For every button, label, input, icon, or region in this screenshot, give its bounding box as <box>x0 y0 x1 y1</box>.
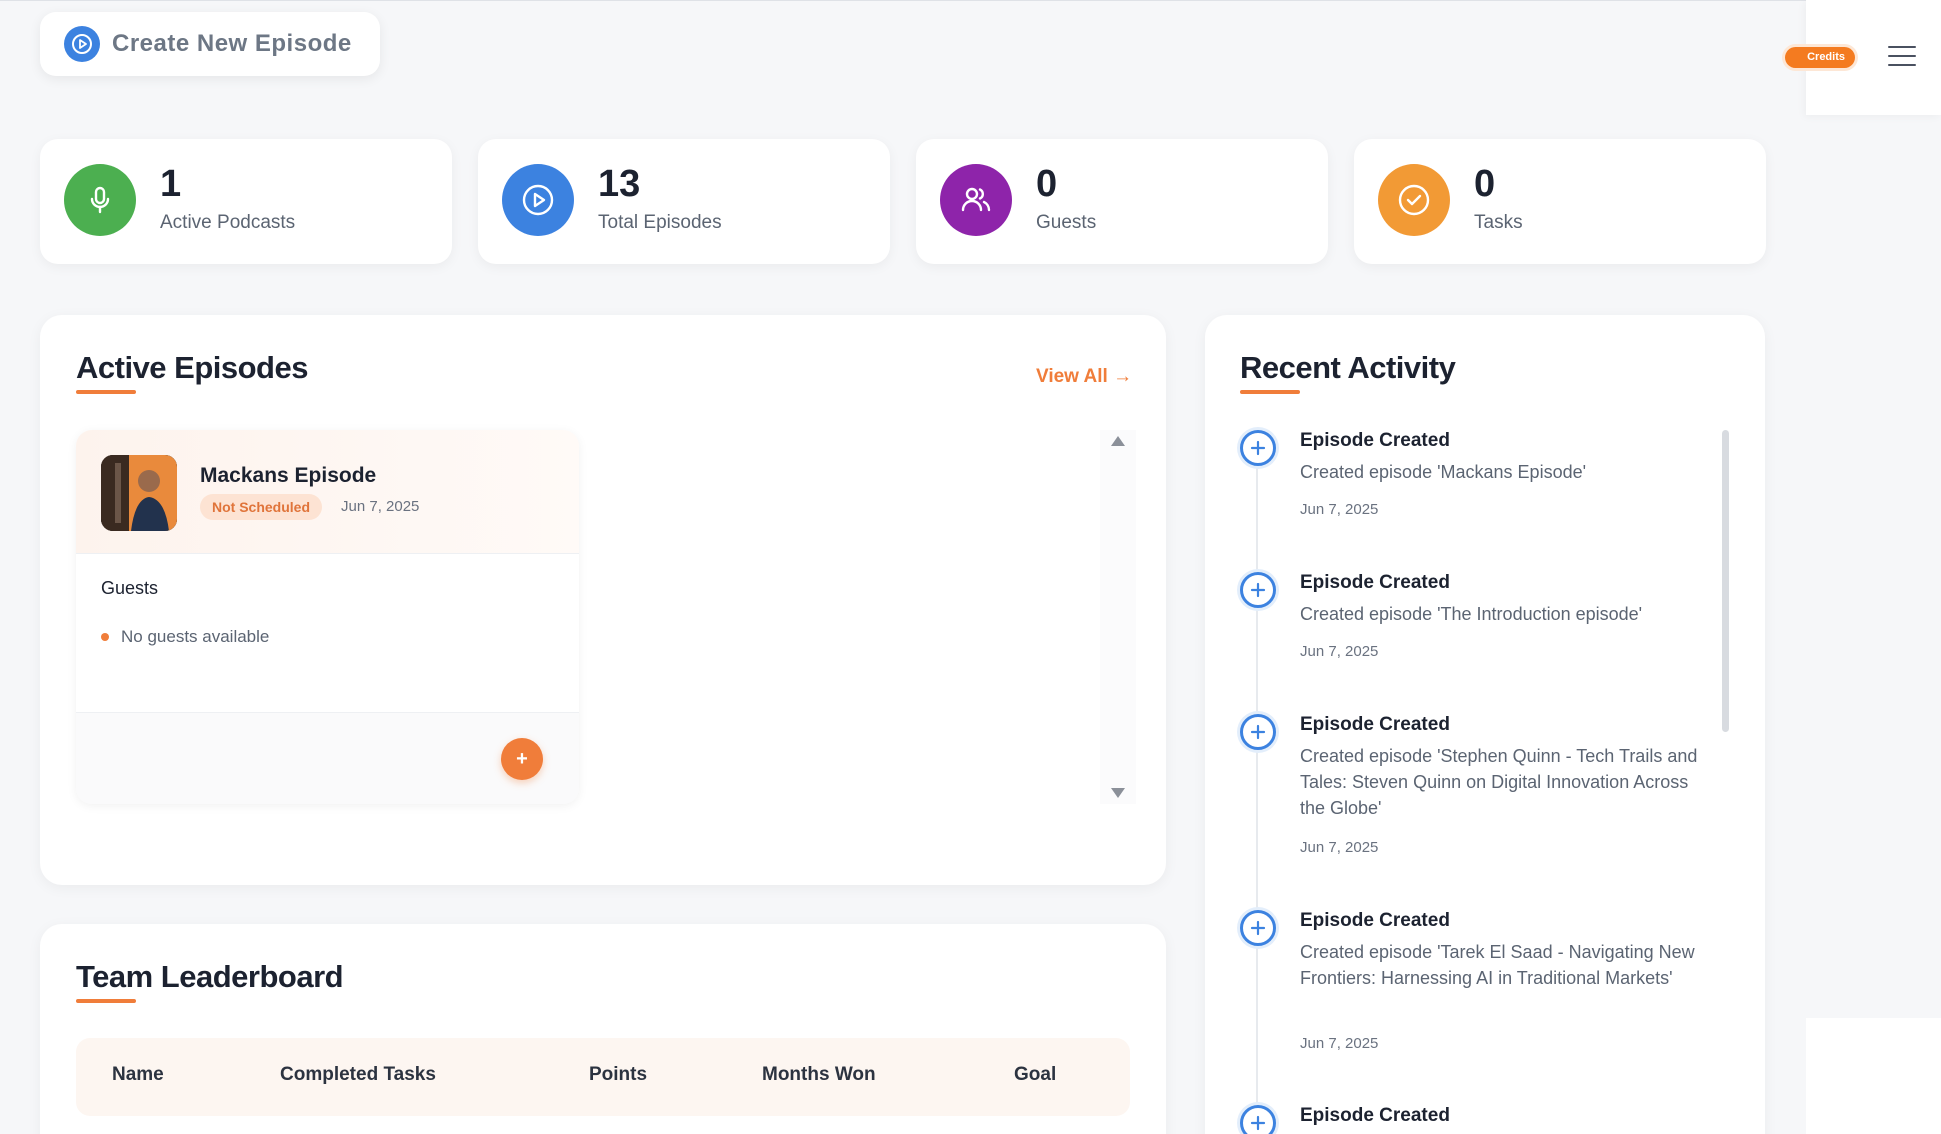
plus-circle-icon <box>1240 714 1276 750</box>
bullet-dot <box>101 633 109 641</box>
scroll-up-icon[interactable] <box>1111 436 1125 446</box>
title-underline <box>76 390 136 394</box>
column-header-goal[interactable]: Goal <box>1014 1064 1056 1086</box>
recent-activity-title: Recent Activity <box>1240 350 1456 385</box>
plus-circle-icon <box>1240 572 1276 608</box>
microphone-icon <box>64 164 136 236</box>
episode-date: Jun 7, 2025 <box>341 498 420 515</box>
stat-label: Tasks <box>1474 212 1523 233</box>
column-header-name[interactable]: Name <box>112 1064 164 1086</box>
activity-title: Episode Created <box>1300 910 1450 931</box>
activity-date: Jun 7, 2025 <box>1300 1035 1379 1052</box>
activity-description: Created episode 'The Introduction episod… <box>1300 604 1643 624</box>
activity-date: Jun 7, 2025 <box>1300 643 1379 660</box>
activity-title: Episode Created <box>1300 714 1450 735</box>
episode-card[interactable]: Mackans Episode Not Scheduled Jun 7, 202… <box>76 430 579 804</box>
column-header-points[interactable]: Points <box>589 1064 647 1086</box>
title-underline <box>76 999 136 1003</box>
activity-description: Created episode 'Tarek El Saad - Navigat… <box>1300 942 1695 988</box>
view-all-link[interactable]: View All → <box>1036 366 1132 388</box>
stat-value: 1 <box>160 163 182 205</box>
play-icon <box>64 26 100 62</box>
stat-label: Total Episodes <box>598 212 722 233</box>
column-header-completed-tasks[interactable]: Completed Tasks <box>280 1064 436 1086</box>
episode-header: Mackans Episode Not Scheduled Jun 7, 202… <box>76 430 579 554</box>
activity-title: Episode Created <box>1300 1105 1450 1126</box>
activity-date: Jun 7, 2025 <box>1300 839 1379 856</box>
activity-description: Created episode 'Stephen Quinn - Tech Tr… <box>1300 746 1698 818</box>
stat-value: 13 <box>598 163 641 205</box>
activity-title: Episode Created <box>1300 572 1450 593</box>
episode-thumbnail <box>101 455 177 531</box>
create-episode-button[interactable]: Create New Episode <box>40 12 380 76</box>
check-circle-icon <box>1378 164 1450 236</box>
stat-label: Active Podcasts <box>160 212 296 233</box>
plus-circle-icon <box>1240 430 1276 466</box>
right-panel-bottom <box>1806 1018 1941 1134</box>
stat-tasks: 0 Tasks <box>1354 139 1766 264</box>
activity-scrollbar[interactable] <box>1722 430 1729 732</box>
guests-heading: Guests <box>101 578 159 598</box>
no-guests-text: No guests available <box>121 627 270 646</box>
active-episodes-title: Active Episodes <box>76 350 308 385</box>
timeline-line <box>1256 462 1258 1134</box>
activity-date: Jun 7, 2025 <box>1300 501 1379 518</box>
stat-total-episodes: 13 Total Episodes <box>478 139 890 264</box>
menu-icon[interactable] <box>1888 46 1916 68</box>
stat-active-podcasts: 1 Active Podcasts <box>40 139 452 264</box>
leaderboard-title: Team Leaderboard <box>76 959 344 994</box>
plus-circle-icon <box>1240 910 1276 946</box>
episode-title: Mackans Episode <box>200 464 377 487</box>
scroll-down-icon[interactable] <box>1111 788 1125 798</box>
stat-value: 0 <box>1036 163 1058 205</box>
recent-activity-card <box>1205 315 1765 1134</box>
stat-label: Guests <box>1036 212 1097 233</box>
activity-title: Episode Created <box>1300 430 1450 451</box>
create-episode-label: Create New Episode <box>112 30 352 57</box>
top-border <box>0 0 1806 1</box>
add-guest-button[interactable]: + <box>501 738 543 780</box>
plus-circle-icon <box>1240 1105 1276 1134</box>
status-badge: Not Scheduled <box>200 494 323 520</box>
users-icon <box>940 164 1012 236</box>
play-icon <box>502 164 574 236</box>
no-guests-item: No guests available <box>101 627 269 647</box>
stat-guests: 0 Guests <box>916 139 1328 264</box>
activity-description: Created episode 'Mackans Episode' <box>1300 462 1587 482</box>
stat-value: 0 <box>1474 163 1496 205</box>
credits-badge[interactable]: Credits <box>1785 47 1855 68</box>
title-underline <box>1240 390 1300 394</box>
episodes-scrollbar[interactable] <box>1100 430 1136 804</box>
column-header-months-won[interactable]: Months Won <box>762 1064 876 1086</box>
